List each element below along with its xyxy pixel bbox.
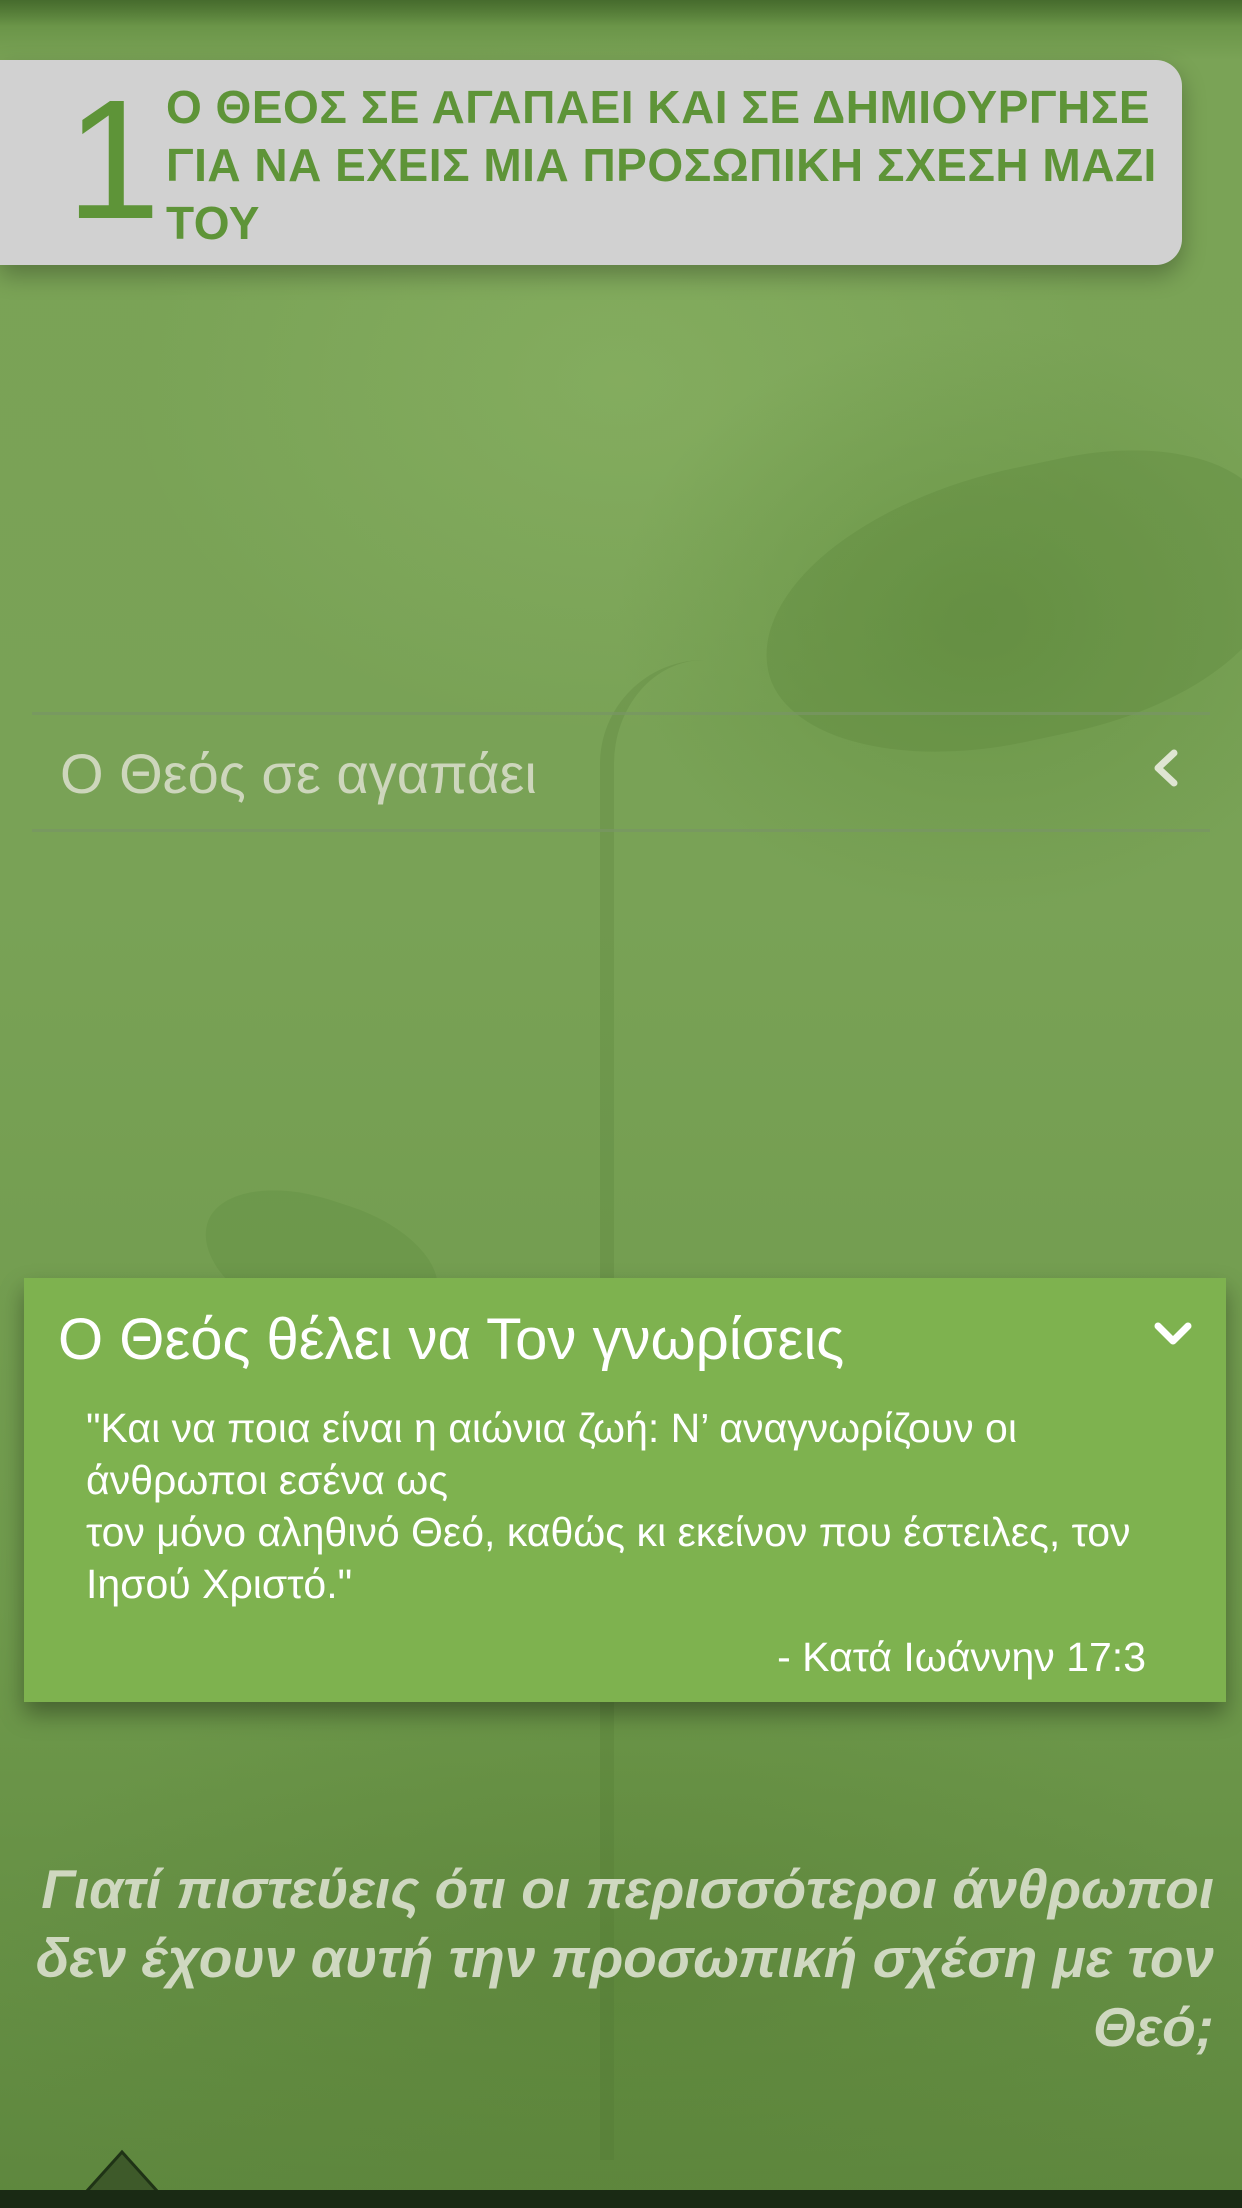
bible-verse-quote: "Και να ποια είναι η αιώνια ζωή: Ν’ αναγ… (86, 1402, 1166, 1610)
quote-line: τον μόνο αληθινό Θεό, καθώς κι εκείνον π… (86, 1509, 1131, 1607)
chevron-left-icon[interactable] (1142, 743, 1192, 793)
step-header-card: 1 Ο ΘΕΟΣ ΣΕ ΑΓΑΠΑΕΙ ΚΑΙ ΣΕ ΔΗΜΙΟΥΡΓΗΣΕ Γ… (0, 60, 1182, 265)
accordion-item-god-wants-you-to-know-him[interactable]: Ο Θεός θέλει να Τον γνωρίσεις "Και να πο… (24, 1278, 1226, 1702)
reflection-question: Γιατί πιστεύεις ότι οι περισσότεροι άνθρ… (30, 1855, 1214, 2062)
step-number: 1 (66, 65, 161, 255)
up-arrow-icon[interactable] (82, 2148, 162, 2194)
step-title: Ο ΘΕΟΣ ΣΕ ΑΓΑΠΑΕΙ ΚΑΙ ΣΕ ΔΗΜΙΟΥΡΓΗΣΕ ΓΙΑ… (166, 81, 1157, 249)
verse-reference: - Κατά Ιωάννην 17:3 (777, 1634, 1146, 1680)
accordion-item-label: Ο Θεός θέλει να Τον γνωρίσεις (58, 1307, 845, 1372)
accordion-item-label: Ο Θεός σε αγαπάει (60, 742, 537, 805)
accordion-item-god-loves-you[interactable]: Ο Θεός σε αγαπάει (32, 712, 1210, 832)
quote-line: "Και να ποια είναι η αιώνια ζωή: Ν’ αναγ… (86, 1405, 1017, 1503)
question-line: δεν έχουν αυτή την προσωπική σχέση με το… (35, 1927, 1214, 2058)
question-line: Γιατί πιστεύεις ότι οι περισσότεροι άνθρ… (41, 1858, 1214, 1920)
top-shade (0, 0, 1242, 26)
chevron-down-icon[interactable] (1148, 1310, 1198, 1360)
bottom-bar (0, 2190, 1242, 2208)
